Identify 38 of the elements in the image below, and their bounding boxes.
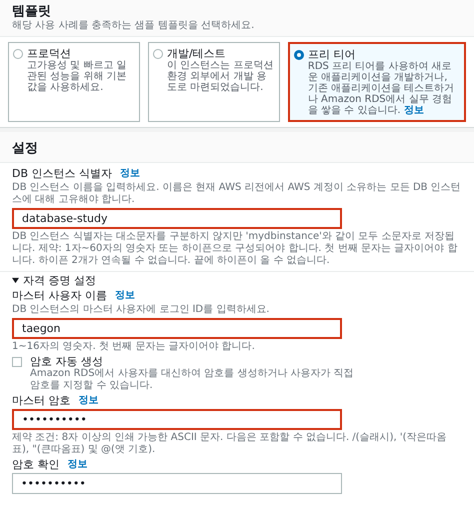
template-option[interactable]: 프리 티어 RDS 프리 티어를 사용하여 새로운 애플리케이션을 개발하거나, 기존 애플리케이션을 테스트하거나 Amazon RDS에서 실무 경험을 쌓을 수 있습니다. 정보 (288, 42, 466, 122)
radio-button[interactable] (294, 50, 304, 60)
field-label: 마스터 사용자 이름 (12, 289, 107, 302)
section-title: 템플릿 (12, 4, 52, 20)
text-input[interactable]: •••••••••• (12, 473, 342, 494)
field-hint: DB 인스턴스의 마스터 사용자에 로그인 ID를 입력하세요. (12, 304, 270, 316)
expand-toggle[interactable]: 자격 증명 설정 (12, 274, 462, 287)
constraint-text: DB 인스턴스 식별자는 대소문자를 구분하지 않지만 'mydbinstance'와 같이 모두 소문자로 저장됩니다. 제약: 1자~60자의 영숫자 또는 하이픈으로 구성되어야 합니다. 첫 번째 문자는 글자이어야 합니다. 하이픈 2개가 연속될 수 없습니다. 끝에 하이픈이 올 수 없습니다. (12, 231, 458, 267)
radio-button[interactable] (13, 49, 23, 59)
text-input[interactable]: database-study (12, 208, 342, 229)
option-title: 프리 티어 (308, 48, 356, 61)
checkbox[interactable] (12, 357, 22, 367)
field-label: DB 인스턴스 식별자 (12, 167, 112, 180)
field-label: 마스터 암호 (12, 394, 70, 407)
constraint-text: 제약 조건: 8자 이상의 인쇄 가능한 ASCII 문자. 다음은 포함할 수 없습니다. /(슬래시), '(작은따옴표), "(큰따옴표) 및 @(앳 기호). (12, 432, 448, 456)
info-link[interactable]: 정보 (78, 394, 98, 406)
info-link[interactable]: 정보 (404, 105, 424, 116)
field-label: 암호 확인 (12, 458, 60, 471)
section-title: 설정 (12, 141, 38, 156)
checkbox-description: Amazon RDS에서 사용자를 대신하여 암호를 생성하거나 사용자가 직접 암호를 지정할 수 있습니다. (30, 368, 355, 392)
radio-button[interactable] (152, 49, 163, 59)
caret-icon (12, 277, 19, 284)
section-subtitle: 해당 사용 사례를 충족하는 샘플 템플릿을 선택하세요. (12, 20, 256, 32)
option-description: RDS 프리 티어를 사용하여 새로운 애플리케이션을 개발하거나, 기존 애플리케이션을 테스트하거나 Amazon RDS에서 실무 경험을 쌓을 수 있습니다. 정보 (308, 61, 456, 116)
text-input[interactable]: taegon (12, 318, 342, 339)
info-link[interactable]: 정보 (115, 290, 135, 302)
option-title: 개발/테스트 (166, 47, 227, 60)
checkbox-label: 암호 자동 생성 (30, 355, 104, 368)
template-option[interactable]: 개발/테스트 이 인스턴스는 프로덕션 환경 외부에서 개발 용도로 마련되었습니다. (148, 42, 280, 122)
constraint-text: 1~16자의 영숫자. 첫 번째 문자는 글자이어야 합니다. (12, 341, 256, 353)
field-hint: DB 인스턴스 이름을 입력하세요. 이름은 현재 AWS 리전에서 AWS 계정이 소유하는 모든 DB 인스턴스에 대해 고유해야 합니다. (12, 182, 462, 206)
option-description: 고가용성 및 빠르고 일관된 성능을 위해 기본값을 사용하세요. (27, 60, 128, 93)
option-description: 이 인스턴스는 프로덕션 환경 외부에서 개발 용도로 마련되었습니다. (166, 60, 274, 93)
text-input[interactable]: •••••••••• (12, 409, 342, 430)
option-title: 프로덕션 (27, 47, 72, 60)
template-option[interactable]: 프로덕션 고가용성 및 빠르고 일관된 성능을 위해 기본값을 사용하세요. (8, 42, 140, 122)
info-link[interactable]: 정보 (120, 168, 140, 180)
info-link[interactable]: 정보 (68, 458, 88, 470)
